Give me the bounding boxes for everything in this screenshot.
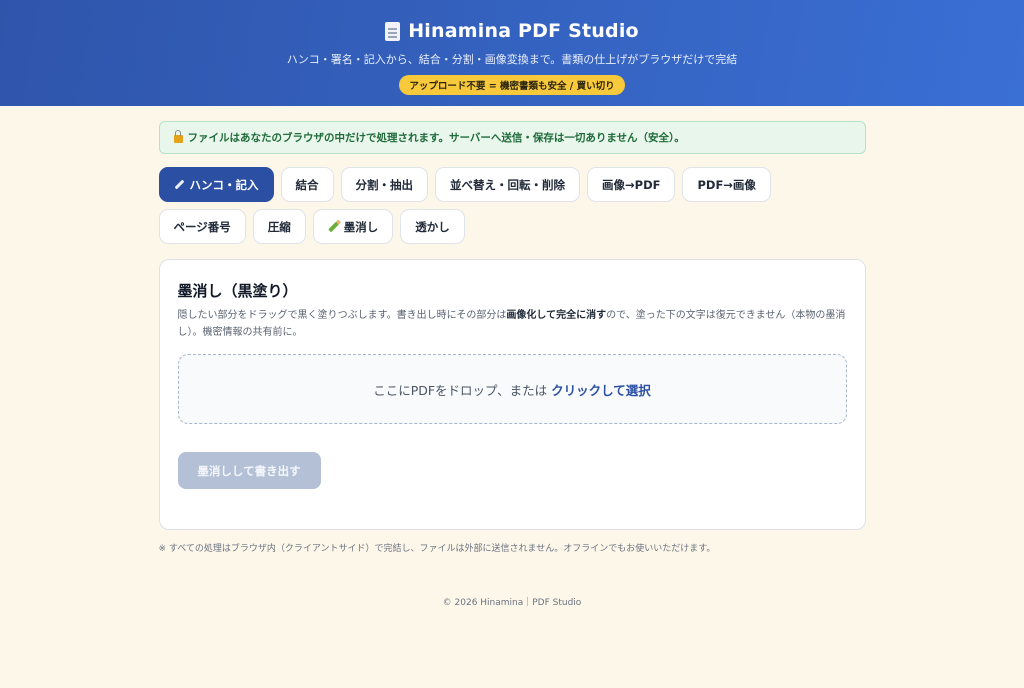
- pdf-dropzone[interactable]: ここにPDFをドロップ、または クリックして選択: [177, 354, 847, 424]
- tab-label: 画像→PDF: [602, 177, 661, 192]
- tab-image-to-pdf[interactable]: 画像→PDF: [587, 167, 676, 202]
- tab-label: ハンコ・記入: [189, 177, 259, 192]
- redact-panel: 墨消し（黒塗り） 隠したい部分をドラッグで黒く塗りつぶします。書き出し時にその部…: [158, 259, 866, 530]
- tool-tabs: ハンコ・記入 結合 分割・抽出 並べ替え・回転・削除 画像→PDF PDF→画像…: [158, 167, 859, 244]
- tab-redact[interactable]: 墨消し: [312, 209, 394, 244]
- desc-text-1: 隠したい部分をドラッグで黒く塗りつぶします。書き出し時にその部分は: [177, 310, 507, 321]
- tab-label: 墨消し: [343, 219, 379, 234]
- app-header: Hinamina PDF Studio ハンコ・署名・記入から、結合・分割・画像…: [0, 0, 1024, 106]
- app-subtitle: ハンコ・署名・記入から、結合・分割・画像変換まで。書類の仕上げがブラウザだけで完…: [286, 53, 738, 66]
- footnote: ※ すべての処理はブラウザ内（クライアントサイド）で完結し、ファイルは外部に送信…: [158, 544, 716, 554]
- tab-split[interactable]: 分割・抽出: [340, 167, 428, 202]
- feature-badge: アップロード不要 = 機密書類も安全 / 買い切り: [399, 75, 625, 95]
- lock-icon: [173, 130, 183, 143]
- tab-watermark[interactable]: 透かし: [400, 209, 465, 244]
- privacy-notice-text: ファイルはあなたのブラウザの中だけで処理されます。サーバーへ送信・保存は一切あり…: [187, 132, 685, 144]
- tab-page-number[interactable]: ページ番号: [158, 209, 246, 244]
- tab-merge[interactable]: 結合: [280, 167, 334, 202]
- tab-compress[interactable]: 圧縮: [252, 209, 306, 244]
- redact-export-button[interactable]: 墨消しして書き出す: [177, 452, 321, 489]
- tab-label: 結合: [295, 177, 319, 192]
- tab-reorder[interactable]: 並べ替え・回転・削除: [435, 167, 580, 202]
- tab-label: 分割・抽出: [355, 177, 414, 192]
- copyright: © 2026 Hinamina｜PDF Studio: [442, 598, 582, 608]
- document-icon: [385, 21, 401, 41]
- panel-description: 隠したい部分をドラッグで黒く塗りつぶします。書き出し時にその部分は画像化して完全…: [178, 307, 850, 341]
- tab-stamp[interactable]: ハンコ・記入: [158, 167, 274, 202]
- tab-label: PDF→画像: [697, 177, 756, 192]
- main-container: ファイルはあなたのブラウザの中だけで処理されます。サーバーへ送信・保存は一切あり…: [158, 106, 866, 608]
- title-row: Hinamina PDF Studio: [0, 20, 1024, 42]
- app-title: Hinamina PDF Studio: [408, 20, 639, 42]
- select-file-link[interactable]: クリックして選択: [551, 380, 651, 399]
- tab-label: 圧縮: [267, 219, 291, 234]
- panel-title: 墨消し（黒塗り）: [177, 282, 298, 300]
- dropzone-text: ここにPDFをドロップ、または: [373, 382, 548, 398]
- desc-emphasis: 画像化して完全に消す: [506, 310, 607, 321]
- tab-pdf-to-image[interactable]: PDF→画像: [682, 167, 771, 202]
- privacy-notice: ファイルはあなたのブラウザの中だけで処理されます。サーバーへ送信・保存は一切あり…: [158, 121, 866, 154]
- tab-label: ページ番号: [173, 219, 231, 234]
- pen-icon: [174, 179, 184, 190]
- tab-label: 透かし: [415, 219, 450, 234]
- tab-label: 並べ替え・回転・削除: [450, 177, 565, 192]
- pencil-icon: [327, 221, 339, 232]
